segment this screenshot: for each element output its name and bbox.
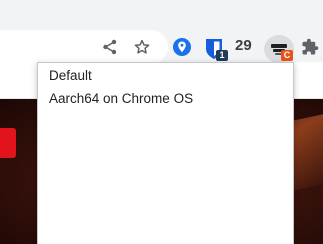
menu-item-aarch64[interactable]: Aarch64 on Chrome OS bbox=[49, 91, 193, 106]
bitwarden-badge: 1 bbox=[216, 50, 228, 61]
ublock-badge: C bbox=[281, 50, 293, 61]
share-icon[interactable] bbox=[99, 36, 121, 58]
extensions-puzzle-icon[interactable] bbox=[299, 36, 321, 58]
menu-item-default[interactable]: Default bbox=[49, 68, 92, 83]
browser-toolbar: 1 29 C bbox=[0, 0, 323, 64]
profile-dropdown-menu: Default Aarch64 on Chrome OS bbox=[37, 62, 294, 244]
hero-red-button[interactable] bbox=[0, 128, 16, 158]
browser-window: 1 29 C Default Aarch64 on Chrome OS bbox=[0, 0, 323, 244]
bookmark-star-icon[interactable] bbox=[131, 36, 153, 58]
extension-count-label[interactable]: 29 bbox=[235, 37, 252, 54]
location-pin-icon[interactable] bbox=[171, 36, 193, 58]
